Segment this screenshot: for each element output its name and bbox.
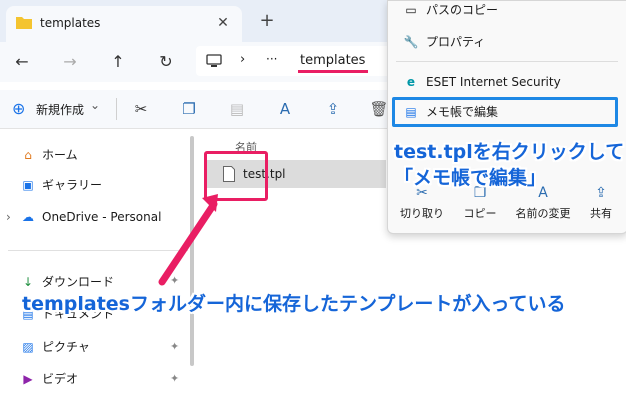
copy-path-icon: ▭ — [405, 3, 417, 17]
action-label: 切り取り — [400, 207, 444, 220]
sidebar-item-videos[interactable]: ▶ ビデオ — [20, 367, 180, 391]
right-click-callout-line2: 「メモ帳で編集」 — [394, 167, 547, 189]
folder-note-callout: templatesフォルダー内に保存したテンプレートが入っている — [22, 293, 566, 315]
toolbar-divider — [116, 98, 117, 120]
chevron-down-icon[interactable]: ⌄ — [90, 98, 100, 112]
gallery-icon: ▣ — [22, 178, 34, 192]
paste-icon[interactable]: ▤ — [226, 98, 248, 120]
path-ellipsis-button[interactable]: ··· — [266, 52, 277, 66]
sidebar-item-label: ダウンロード — [42, 275, 115, 289]
cut-icon[interactable]: ✂ — [130, 98, 152, 120]
picture-icon: ▨ — [22, 340, 34, 354]
breadcrumb-templates[interactable]: templates — [300, 53, 365, 68]
close-tab-icon[interactable]: ✕ — [212, 12, 234, 34]
action-label: コピー — [463, 207, 497, 220]
wrench-icon: 🔧 — [403, 35, 419, 49]
new-plus-icon: ⊕ — [12, 99, 26, 118]
folder-icon — [16, 17, 32, 29]
menu-item-properties[interactable]: 🔧 プロパティ — [400, 29, 620, 55]
refresh-icon[interactable]: ↻ — [154, 50, 178, 74]
sidebar-item-label: ビデオ — [42, 372, 79, 386]
menu-item-label: ESET Internet Security — [426, 75, 561, 89]
new-button[interactable]: 新規作成 — [36, 101, 84, 118]
back-arrow-icon[interactable]: ← — [10, 50, 34, 74]
tab-title: templates — [40, 16, 101, 30]
share-icon[interactable]: ⇪ — [322, 98, 344, 120]
sidebar-item-home[interactable]: ⌂ ホーム — [20, 143, 180, 167]
menu-item-edit-with-notepad[interactable]: ▤ メモ帳で編集 — [400, 99, 620, 125]
menu-item-eset[interactable]: e ESET Internet Security — [400, 69, 620, 95]
pin-icon: ✦ — [170, 340, 180, 353]
cloud-icon: ☁ — [22, 210, 34, 224]
expand-chevron-icon[interactable]: › — [6, 210, 11, 224]
this-pc-icon — [206, 54, 222, 67]
callout-arrow — [158, 194, 218, 286]
menu-divider — [396, 61, 618, 62]
sidebar-item-pictures[interactable]: ▨ ピクチャ — [20, 335, 180, 359]
share-icon: ⇪ — [595, 185, 607, 201]
copy-button[interactable]: ❐ コピー — [452, 185, 508, 221]
sidebar-item-label: ホーム — [42, 148, 78, 162]
sidebar-item-label: ギャラリー — [42, 178, 103, 192]
right-click-callout-line1: test.tplを右クリックして — [394, 141, 625, 163]
cut-button[interactable]: ✂ 切り取り — [394, 185, 450, 221]
menu-item-copy-path[interactable]: ▭ パスのコピー — [400, 0, 620, 23]
rename-button[interactable]: A 名前の変更 — [510, 185, 576, 221]
menu-item-label: プロパティ — [426, 35, 486, 49]
forward-arrow-icon[interactable]: → — [58, 50, 82, 74]
home-icon: ⌂ — [24, 148, 32, 162]
menu-item-label: メモ帳で編集 — [426, 105, 499, 119]
up-arrow-icon[interactable]: ↑ — [106, 50, 130, 74]
menu-item-label: パスのコピー — [426, 3, 499, 17]
notepad-icon: ▤ — [405, 105, 417, 119]
action-label: 名前の変更 — [515, 207, 571, 220]
sidebar-item-label: ピクチャ — [42, 340, 90, 354]
video-icon: ▶ — [23, 372, 33, 386]
context-menu: ▭ パスのコピー 🔧 プロパティ e ESET Internet Security ▤… — [387, 0, 626, 234]
eset-icon: e — [406, 75, 416, 89]
new-tab-button[interactable]: + — [256, 10, 278, 32]
path-separator: › — [240, 52, 246, 67]
path-highlight-underline — [298, 70, 368, 73]
rename-icon[interactable]: A — [274, 98, 296, 120]
address-box[interactable]: › ··· templates — [196, 46, 396, 76]
action-label: 共有 — [590, 207, 612, 220]
copy-icon[interactable]: ❐ — [178, 98, 200, 120]
tab-templates[interactable]: templates ✕ — [6, 6, 242, 42]
pin-icon: ✦ — [170, 372, 180, 385]
share-button[interactable]: ⇪ 共有 — [574, 185, 626, 221]
